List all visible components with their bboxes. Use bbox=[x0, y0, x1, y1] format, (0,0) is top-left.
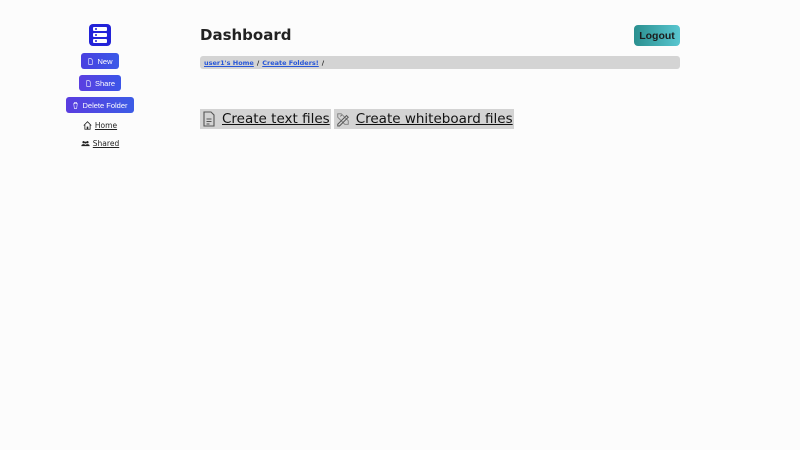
pencil-ruler-icon bbox=[334, 109, 352, 129]
document-text-icon bbox=[200, 109, 218, 129]
breadcrumb: user1's Home / Create Folders! / bbox=[200, 56, 680, 69]
file-icon bbox=[86, 79, 91, 87]
logout-button[interactable]: Logout bbox=[634, 25, 680, 46]
create-whiteboard-files-button[interactable]: Create whiteboard files bbox=[333, 109, 514, 129]
sidebar: New Share Delete Folder Home Shared bbox=[60, 24, 140, 155]
create-actions: Create text files Create whiteboard file… bbox=[200, 109, 514, 129]
users-icon bbox=[81, 141, 90, 147]
create-whiteboard-files-label: Create whiteboard files bbox=[355, 111, 513, 127]
create-text-files-label: Create text files bbox=[222, 111, 330, 127]
new-button-label: New bbox=[97, 56, 113, 66]
page-title: Dashboard bbox=[200, 26, 292, 44]
share-button-label: Share bbox=[94, 78, 115, 88]
share-button[interactable]: Share bbox=[78, 75, 121, 91]
breadcrumb-separator: / bbox=[256, 58, 260, 67]
breadcrumb-folder-link[interactable]: Create Folders! bbox=[262, 59, 319, 67]
delete-folder-label: Delete Folder bbox=[82, 100, 128, 110]
sidebar-item-shared[interactable]: Shared bbox=[81, 139, 119, 148]
sidebar-item-label: Home bbox=[94, 121, 118, 130]
sidebar-item-home[interactable]: Home bbox=[83, 121, 117, 130]
delete-folder-button[interactable]: Delete Folder bbox=[66, 97, 134, 113]
breadcrumb-separator: / bbox=[321, 58, 325, 67]
home-icon bbox=[83, 121, 92, 130]
file-icon bbox=[88, 57, 94, 65]
create-text-files-button[interactable]: Create text files bbox=[200, 109, 331, 129]
sidebar-item-label: Shared bbox=[92, 139, 120, 148]
new-button[interactable]: New bbox=[81, 53, 119, 69]
page: New Share Delete Folder Home Shared Dash… bbox=[0, 0, 800, 450]
breadcrumb-home-link[interactable]: user1's Home bbox=[204, 59, 254, 67]
server-stack-icon[interactable] bbox=[89, 24, 111, 46]
trash-icon bbox=[73, 101, 79, 109]
